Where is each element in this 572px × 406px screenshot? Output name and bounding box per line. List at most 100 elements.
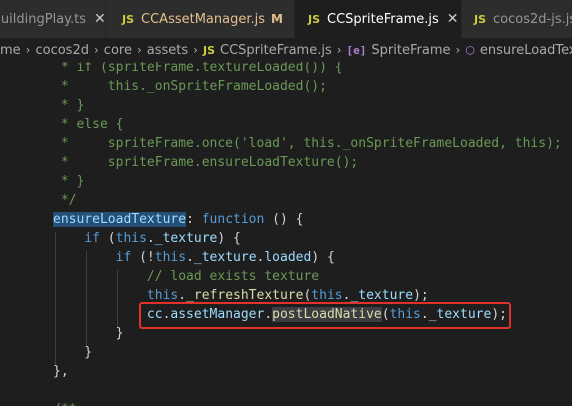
close-icon[interactable]: ✕ (94, 11, 106, 27)
code-token: cc (146, 307, 163, 322)
code-token: ) { (311, 250, 335, 265)
code-token: this (115, 231, 147, 246)
code-token: * } (53, 174, 85, 189)
code-token: _texture (154, 231, 218, 246)
code-token: this (146, 288, 179, 303)
code-token: assetManager (170, 307, 265, 322)
modified-indicator: M (271, 12, 283, 26)
tab-cocos2d-js-js[interactable]: JS cocos2d-js.js (462, 0, 572, 38)
code-token: * else { (53, 117, 124, 132)
code-line: */ (53, 191, 77, 210)
tab-label: CCSpriteFrame.js (327, 11, 439, 27)
tab-label: CCAssetManager.js (141, 11, 266, 27)
code-token: // load exists texture (146, 269, 320, 284)
tab-buildingplay-ts[interactable]: BuildingPlay.ts ✕ (0, 0, 106, 38)
code-line: * else { (53, 115, 124, 134)
code-token: * spriteFrame.once('load', this._onSprit… (53, 136, 562, 151)
tab-label: BuildingPlay.ts (0, 11, 86, 27)
code-token: . (264, 307, 273, 322)
method-symbol-icon: ⬡ (465, 43, 475, 57)
code-token: . (186, 250, 194, 265)
chevron-right-icon: › (455, 43, 461, 57)
code-token: . (420, 307, 429, 322)
chevron-right-icon: › (136, 43, 142, 57)
code-line: * if (spriteFrame.textureLoaded()) { (53, 62, 343, 77)
code-token: * this._onSpriteFrameLoaded(); (53, 79, 327, 94)
tab-ccassetmanager-js[interactable]: JS CCAssetManager.js M (106, 0, 294, 38)
selected-identifier: ensureLoadTexture (53, 212, 187, 227)
breadcrumb-label: CCSpriteFrame.js (220, 42, 332, 58)
code-token: (! (131, 250, 155, 265)
javascript-file-icon: JS (308, 12, 321, 26)
code-line: ensureLoadTexture: function () { (53, 210, 303, 229)
breadcrumb-label: ensureLoadTexture (479, 42, 572, 58)
code-line: cc.assetManager.postLoadNative(this._tex… (53, 305, 507, 324)
chevron-right-icon: › (336, 43, 342, 57)
code-token: * } (53, 98, 85, 113)
breadcrumb-label: assets (146, 42, 189, 58)
code-token: * if (spriteFrame.textureLoaded()) { (53, 62, 343, 75)
code-line: // load exists texture (53, 267, 319, 286)
breadcrumb-item-method[interactable]: ⬡ ensureLoadTexture (465, 43, 572, 58)
breadcrumb-item-file[interactable]: JS CCSpriteFrame.js (203, 43, 332, 58)
code-token: * spriteFrame.ensureLoadTexture(); (53, 155, 359, 170)
code-token: ( (99, 231, 116, 246)
code-line: if (!this._texture.loaded) { (53, 248, 335, 267)
code-line: /** (53, 400, 76, 406)
breadcrumb-item-core[interactable]: core (104, 43, 132, 58)
code-line: * this._onSpriteFrameLoaded(); (53, 77, 327, 96)
breadcrumb-label: cocos2d (35, 42, 89, 58)
breadcrumb-item-cocos2d[interactable]: cocos2d (35, 43, 89, 58)
code-line: * spriteFrame.ensureLoadTexture(); (53, 153, 358, 172)
code-line: * } (53, 172, 85, 191)
breadcrumb-label: SpriteFrame (371, 42, 451, 58)
chevron-right-icon: › (25, 43, 31, 57)
javascript-file-icon: JS (474, 12, 487, 26)
tab-ccspriteframe-js[interactable]: JS CCSpriteFrame.js ✕ (295, 0, 461, 38)
code-line: * } (53, 96, 85, 115)
breadcrumb-item-me[interactable]: me (0, 43, 21, 58)
code-line: } (53, 324, 124, 343)
code-token: }, (53, 364, 69, 379)
code-line: this._refreshTexture(this._texture); (53, 286, 429, 305)
code-token: this (311, 288, 343, 303)
code-token: ) { (217, 231, 241, 246)
code-token: ( (381, 307, 390, 322)
breadcrumb-label: me (0, 42, 21, 58)
code-token: () { (264, 212, 304, 227)
code-line: }, (53, 362, 69, 381)
highlighted-word: postLoadNative (272, 307, 382, 322)
code-token: this (154, 250, 187, 265)
code-token: . (146, 231, 155, 246)
code-token: : (186, 212, 202, 227)
chevron-right-icon: › (193, 43, 198, 57)
code-token: if (84, 231, 100, 246)
code-editor[interactable]: * if (spriteFrame.textureLoaded()) { * t… (0, 62, 572, 406)
code-token: _refreshTexture (186, 288, 304, 303)
breadcrumb-item-assets[interactable]: assets (147, 43, 188, 58)
breadcrumb-label: core (103, 42, 132, 58)
code-token: } (53, 345, 93, 360)
code-token: if (115, 250, 132, 265)
breadcrumb: me › cocos2d › core › assets › JS CCSpri… (0, 38, 572, 62)
code-token: ); (413, 288, 429, 303)
code-line: } (53, 343, 92, 362)
breadcrumb-item-class[interactable]: [e] SpriteFrame (347, 43, 451, 58)
code-token: _texture (193, 250, 257, 265)
code-token: */ (53, 193, 77, 208)
tab-label: cocos2d-js.js (493, 11, 572, 27)
code-line: if (this._texture) { (53, 229, 241, 248)
code-token: /** (53, 402, 76, 406)
editor-tab-bar: BuildingPlay.ts ✕ JS CCAssetManager.js M… (0, 0, 572, 38)
code-token: } (53, 326, 124, 341)
code-token: function (201, 212, 265, 227)
code-token: loaded (264, 250, 312, 265)
code-token: _texture (350, 288, 414, 303)
close-icon[interactable]: ✕ (447, 11, 459, 27)
code-token: this (389, 307, 421, 322)
